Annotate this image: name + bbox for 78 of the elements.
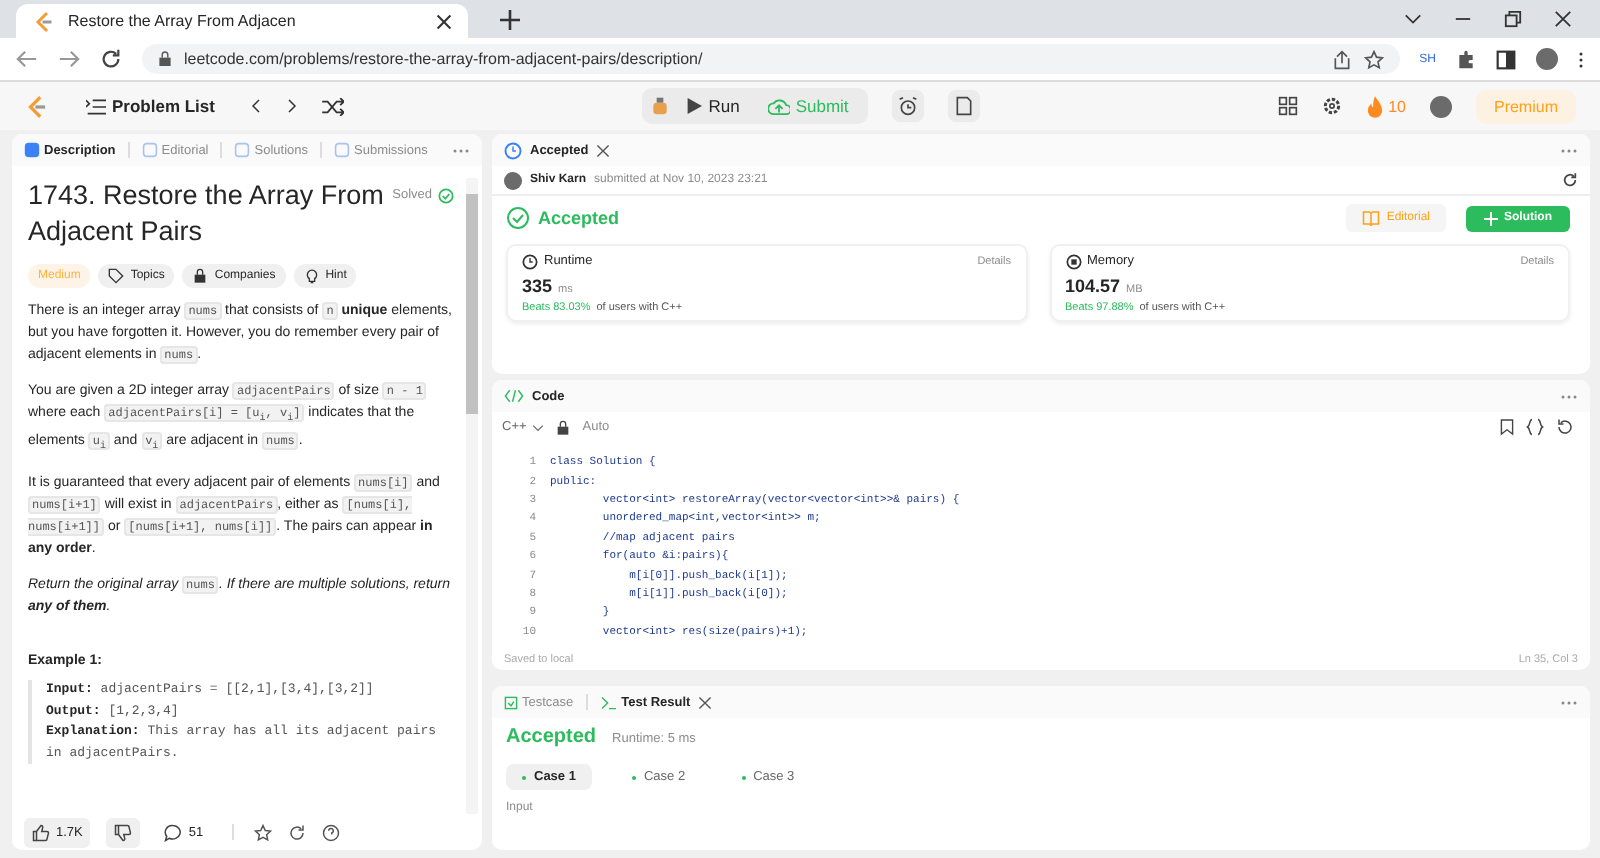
book-icon — [1362, 210, 1381, 226]
tab-icon — [141, 142, 158, 158]
chip-icon — [1065, 254, 1081, 270]
avatar[interactable] — [1536, 48, 1558, 70]
problem-title: 1743. Restore the Array From Adjacent Pairs — [28, 178, 386, 250]
grid-icon[interactable] — [1278, 96, 1299, 116]
more-icon[interactable] — [1560, 147, 1578, 153]
plus-icon — [1484, 211, 1498, 225]
run-button[interactable]: Run — [674, 90, 752, 122]
restore-icon[interactable] — [1504, 10, 1522, 28]
comment-icon — [164, 823, 183, 841]
star-icon[interactable] — [1363, 49, 1384, 69]
braces-icon[interactable] — [1526, 418, 1544, 436]
logo-icon[interactable] — [24, 93, 50, 119]
more-icon[interactable] — [452, 147, 470, 153]
check-circle-icon — [506, 206, 530, 230]
clock-icon — [504, 141, 522, 159]
accepted-status: Accepted — [538, 208, 620, 228]
share-icon[interactable] — [287, 823, 306, 841]
new-tab-icon[interactable] — [500, 9, 520, 29]
alarm-clock-icon[interactable] — [892, 90, 925, 122]
lock-icon — [192, 268, 209, 284]
tab-title: Restore the Array From Adjacen — [68, 12, 298, 30]
tab-icon — [234, 142, 251, 158]
debug-icon[interactable] — [650, 96, 671, 116]
close-icon[interactable] — [436, 13, 452, 29]
avatar — [504, 171, 522, 189]
tab-icon — [334, 142, 350, 158]
lightbulb-icon — [303, 268, 320, 284]
close-icon[interactable] — [596, 143, 611, 157]
logo-icon — [32, 9, 56, 33]
forward-arrow-icon[interactable] — [58, 48, 80, 70]
reset-icon[interactable] — [1556, 418, 1574, 436]
code-icon — [504, 388, 524, 404]
reload-icon[interactable] — [100, 48, 122, 70]
back-arrow-icon[interactable] — [16, 48, 38, 70]
bookmark-icon[interactable] — [1500, 418, 1514, 436]
url-text: leetcode.com/problems/restore-the-array-from-adjacent-pairs/description/ — [184, 50, 703, 68]
address-bar[interactable]: leetcode.com/problems/restore-the-array-from-adjacent-pairs/description/ — [142, 44, 1400, 74]
terminal-icon — [599, 695, 618, 709]
dislike-button[interactable] — [106, 817, 141, 847]
checkbox-icon — [504, 695, 518, 709]
settings-icon[interactable] — [1322, 96, 1343, 116]
scrollbar[interactable] — [466, 178, 478, 814]
stat-value: 335 — [522, 276, 553, 296]
star-icon[interactable] — [253, 823, 272, 841]
shuffle-icon[interactable] — [322, 97, 345, 115]
chevron-right-icon[interactable] — [286, 98, 299, 114]
lock-icon — [556, 419, 571, 435]
chevron-down-icon[interactable] — [1404, 10, 1422, 28]
refresh-icon[interactable] — [1562, 172, 1578, 188]
more-icon[interactable] — [1560, 699, 1578, 705]
tag-icon — [108, 268, 125, 284]
tab-icon — [24, 142, 40, 158]
share-icon[interactable] — [1331, 49, 1352, 69]
browser-tab[interactable]: Restore the Array From Adjacen — [16, 4, 468, 38]
avatar[interactable] — [1429, 95, 1452, 117]
caret-icon — [532, 421, 545, 433]
close-icon[interactable] — [1554, 10, 1572, 28]
list-icon — [86, 97, 106, 115]
lock-icon — [158, 50, 172, 68]
stat-value: 104.57 — [1065, 276, 1121, 296]
thumbs-up-icon — [32, 823, 50, 841]
note-icon[interactable] — [948, 90, 981, 122]
close-icon[interactable] — [698, 695, 713, 709]
check-circle-icon — [438, 188, 454, 204]
chevron-left-icon[interactable] — [250, 98, 263, 114]
more-icon[interactable] — [1560, 393, 1578, 399]
help-icon[interactable] — [321, 823, 340, 841]
play-icon — [686, 98, 703, 114]
cloud-upload-icon — [767, 97, 790, 115]
result-status: Accepted — [506, 726, 597, 748]
clock-icon — [522, 254, 538, 270]
puzzle-icon[interactable] — [1456, 49, 1476, 69]
sidebar-icon[interactable] — [1496, 49, 1516, 69]
kebab-menu-icon[interactable] — [1578, 49, 1584, 69]
problem-list-button[interactable]: Problem List — [74, 90, 227, 122]
thumbs-down-icon — [114, 823, 133, 841]
